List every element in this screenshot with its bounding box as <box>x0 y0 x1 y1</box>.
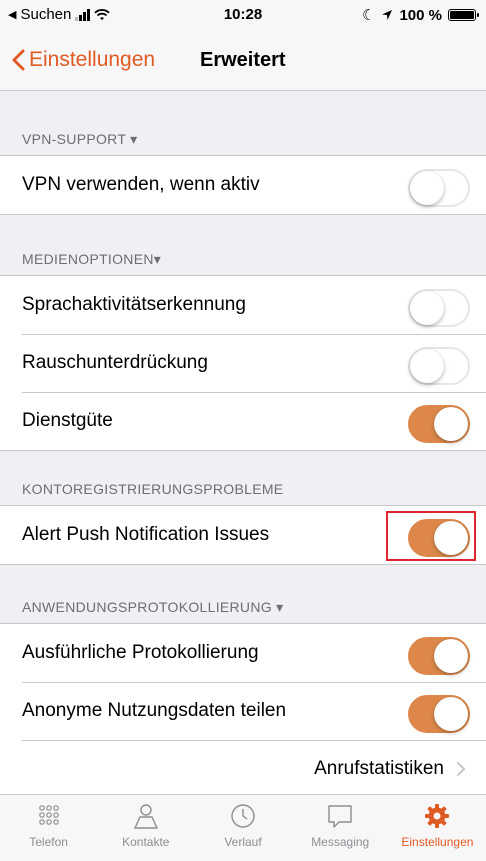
section-header-vpn[interactable]: VPN-SUPPORT ▾ <box>22 131 137 148</box>
toggle-voice-activity[interactable] <box>408 289 470 327</box>
row-label: VPN verwenden, wenn aktiv <box>22 174 260 195</box>
row-voice-activity: Sprachaktivitätserkennung <box>0 276 486 334</box>
clock-icon <box>231 804 255 828</box>
tab-label: Messaging <box>311 835 370 849</box>
section-header-account-registration: KONTOREGISTRIERUNGSPROBLEME <box>22 481 284 497</box>
row-label: Sprachaktivitätserkennung <box>22 294 246 315</box>
tab-telefon[interactable]: Telefon <box>0 795 97 861</box>
tab-label: Telefon <box>29 835 68 849</box>
navigation-bar: Einstellungen Erweitert <box>0 30 486 91</box>
battery-icon <box>448 9 479 21</box>
row-qos: Dienstgüte <box>0 392 486 450</box>
tab-label: Kontakte <box>122 835 170 849</box>
status-right: ☾ 100 % <box>362 6 479 24</box>
battery-percent: 100 % <box>399 6 442 24</box>
row-label: Rauschunterdrückung <box>22 352 208 373</box>
section-header-media[interactable]: MEDIENOPTIONEN▾ <box>22 251 161 268</box>
row-verbose-logging: Ausführliche Protokollierung <box>0 624 486 682</box>
row-label: Alert Push Notification Issues <box>22 524 270 545</box>
tab-bar: Telefon Kontakte Verlauf Messaging Einst… <box>0 794 486 861</box>
tab-label: Einstellungen <box>401 835 474 849</box>
tab-verlauf[interactable]: Verlauf <box>194 795 291 861</box>
status-bar: ◀ Suchen 10:28 ☾ 100 % <box>0 0 486 30</box>
toggle-noise-suppression[interactable] <box>408 347 470 385</box>
group-account-registration: Alert Push Notification Issues <box>0 505 486 565</box>
row-label: Dienstgüte <box>22 410 113 431</box>
chat-bubble-icon <box>328 805 352 828</box>
settings-list[interactable]: VPN-SUPPORT ▾ VPN verwenden, wenn aktiv … <box>0 91 486 795</box>
page-title: Erweitert <box>200 49 286 71</box>
row-label: Ausführliche Protokollierung <box>22 642 259 663</box>
group-media: Sprachaktivitätserkennung Rauschunterdrü… <box>0 275 486 451</box>
location-icon <box>382 10 393 20</box>
tab-messaging[interactable]: Messaging <box>292 795 389 861</box>
row-call-statistics[interactable]: Anrufstatistiken <box>0 740 486 795</box>
back-button-label: Einstellungen <box>29 48 156 71</box>
highlight-box <box>386 511 476 561</box>
tab-kontakte[interactable]: Kontakte <box>97 795 194 861</box>
row-vpn: VPN verwenden, wenn aktiv <box>0 156 486 214</box>
tab-einstellungen[interactable]: Einstellungen <box>389 795 486 861</box>
toggle-verbose-logging[interactable] <box>408 637 470 675</box>
chevron-right-icon <box>457 762 466 776</box>
row-noise-suppression: Rauschunterdrückung <box>0 334 486 392</box>
moon-icon: ☾ <box>362 7 376 24</box>
chevron-left-icon <box>12 49 25 71</box>
row-label: Anonyme Nutzungsdaten teilen <box>22 700 287 721</box>
toggle-vpn[interactable] <box>408 169 470 207</box>
back-button[interactable]: Einstellungen <box>12 48 155 72</box>
row-anonymous-usage: Anonyme Nutzungsdaten teilen <box>0 682 486 740</box>
toggle-anonymous-usage[interactable] <box>408 695 470 733</box>
gear-icon <box>425 804 450 828</box>
group-app-logging: Ausführliche Protokollierung Anonyme Nut… <box>0 623 486 795</box>
toggle-qos[interactable] <box>408 405 470 443</box>
row-alert-push: Alert Push Notification Issues <box>0 506 486 564</box>
group-vpn: VPN verwenden, wenn aktiv <box>0 155 486 215</box>
call-statistics-link[interactable]: Anrufstatistiken <box>314 758 444 780</box>
tab-label: Verlauf <box>224 835 262 849</box>
person-icon <box>133 804 158 829</box>
section-header-app-logging[interactable]: ANWENDUNGSPROTOKOLLIERUNG ▾ <box>22 599 283 616</box>
keypad-icon <box>38 805 59 825</box>
